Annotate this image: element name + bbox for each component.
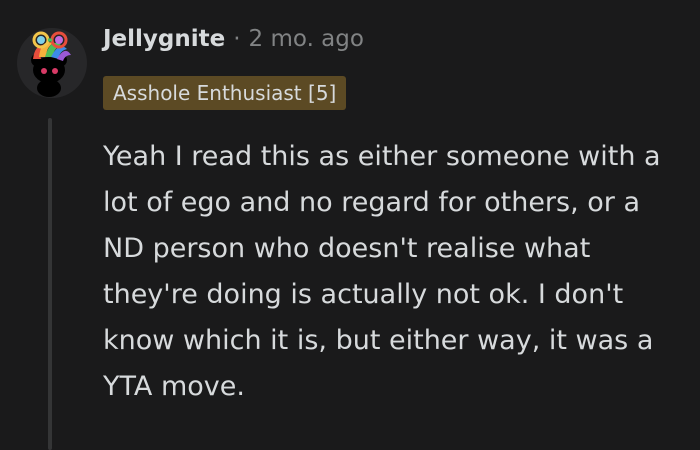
comment-header: Jellygnite · 2 mo. ago (103, 26, 364, 52)
comment-body: Yeah I read this as either someone with … (103, 141, 661, 402)
meta-separator: · (233, 26, 241, 52)
user-flair-badge: Asshole Enthusiast [5] (103, 76, 347, 110)
thread-collapse-line[interactable] (48, 118, 52, 450)
timestamp-link[interactable]: 2 mo. ago (249, 26, 364, 52)
comment: Jellygnite · 2 mo. ago Asshole Enthusias… (0, 0, 700, 450)
user-avatar-icon[interactable] (17, 15, 87, 105)
username-link[interactable]: Jellygnite (103, 26, 225, 52)
